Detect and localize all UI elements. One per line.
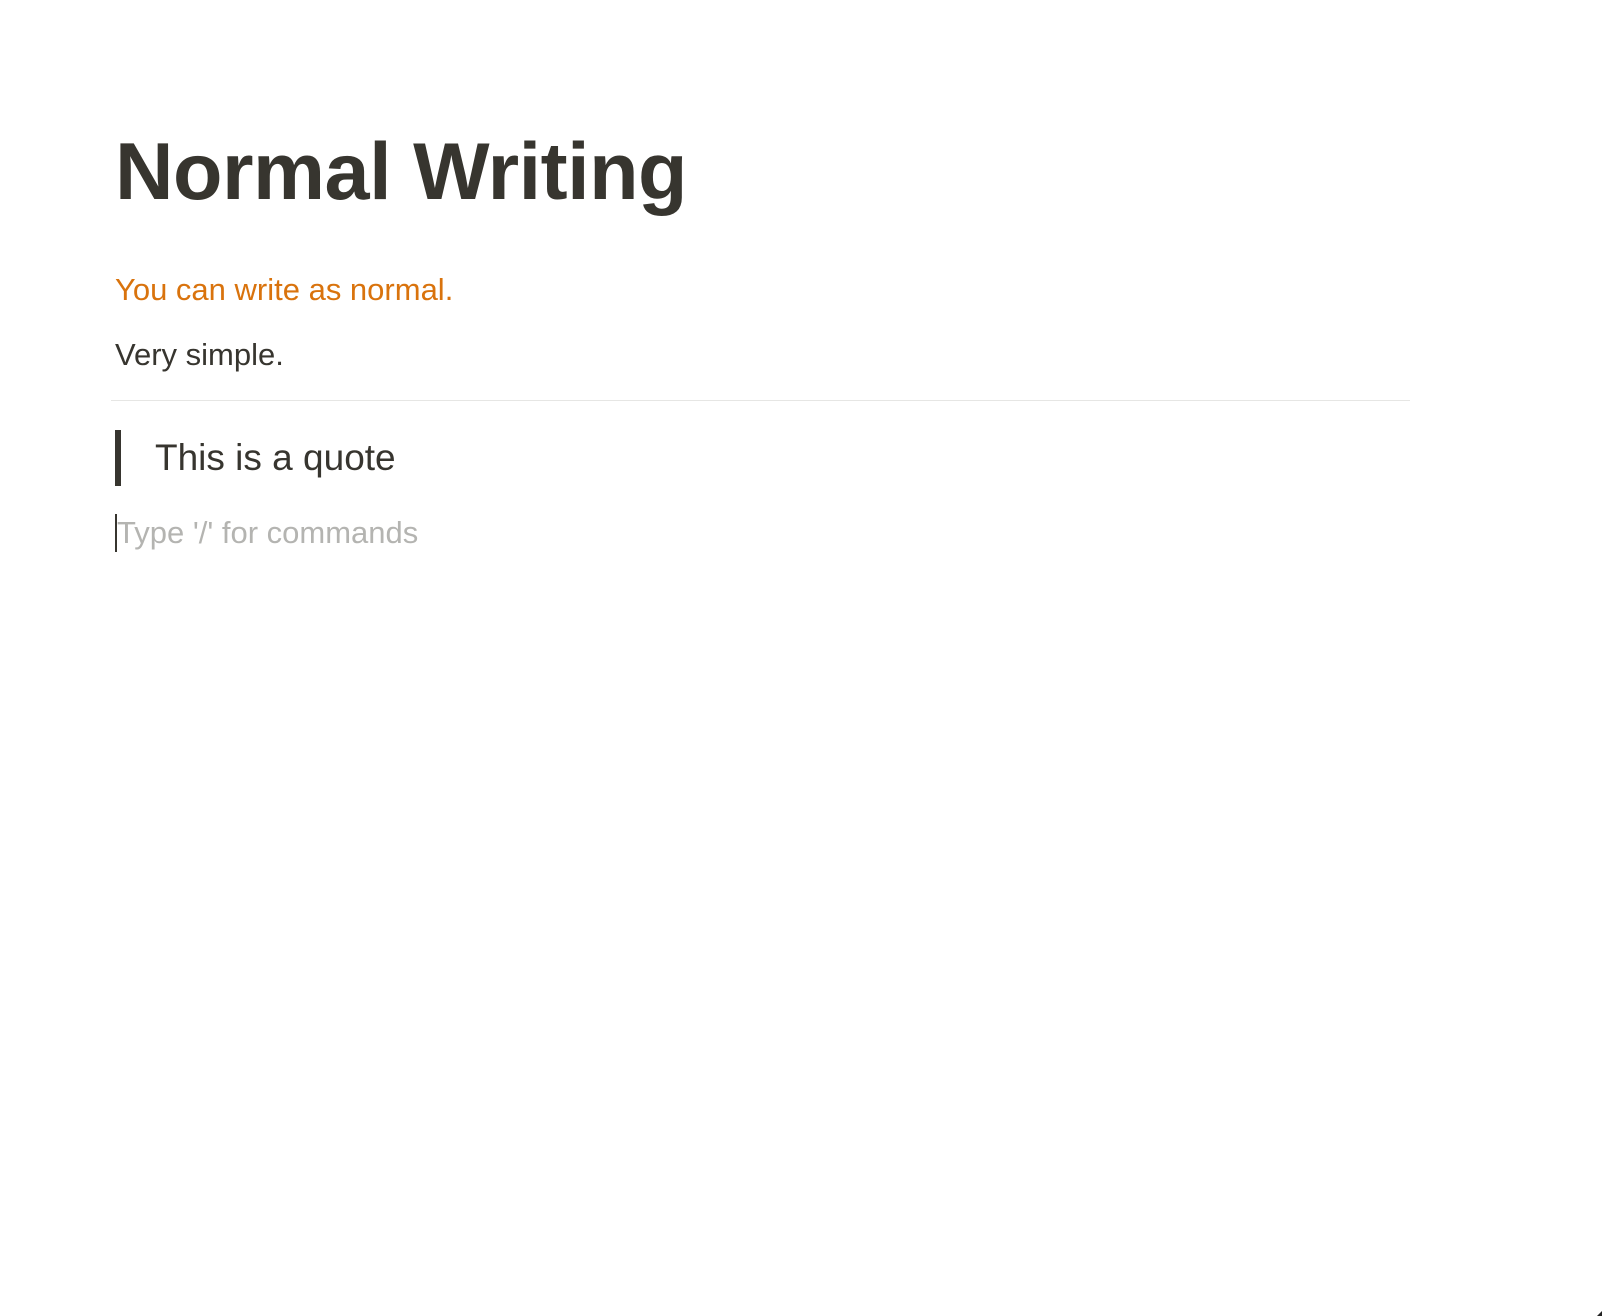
quote-text[interactable]: This is a quote xyxy=(155,433,396,483)
quote-block[interactable]: This is a quote xyxy=(115,430,396,486)
empty-text-block[interactable]: Type '/' for commands xyxy=(115,513,418,553)
resize-corner-icon[interactable] xyxy=(1597,1311,1602,1316)
text-block-orange[interactable]: You can write as normal. xyxy=(115,270,453,310)
text-block-plain[interactable]: Very simple. xyxy=(115,335,284,375)
quote-bar xyxy=(115,430,121,486)
divider-block[interactable] xyxy=(111,400,1410,401)
page-title[interactable]: Normal Writing xyxy=(115,122,688,222)
editor-page: Normal Writing You can write as normal. … xyxy=(0,0,1602,1316)
command-placeholder[interactable]: Type '/' for commands xyxy=(117,513,418,553)
